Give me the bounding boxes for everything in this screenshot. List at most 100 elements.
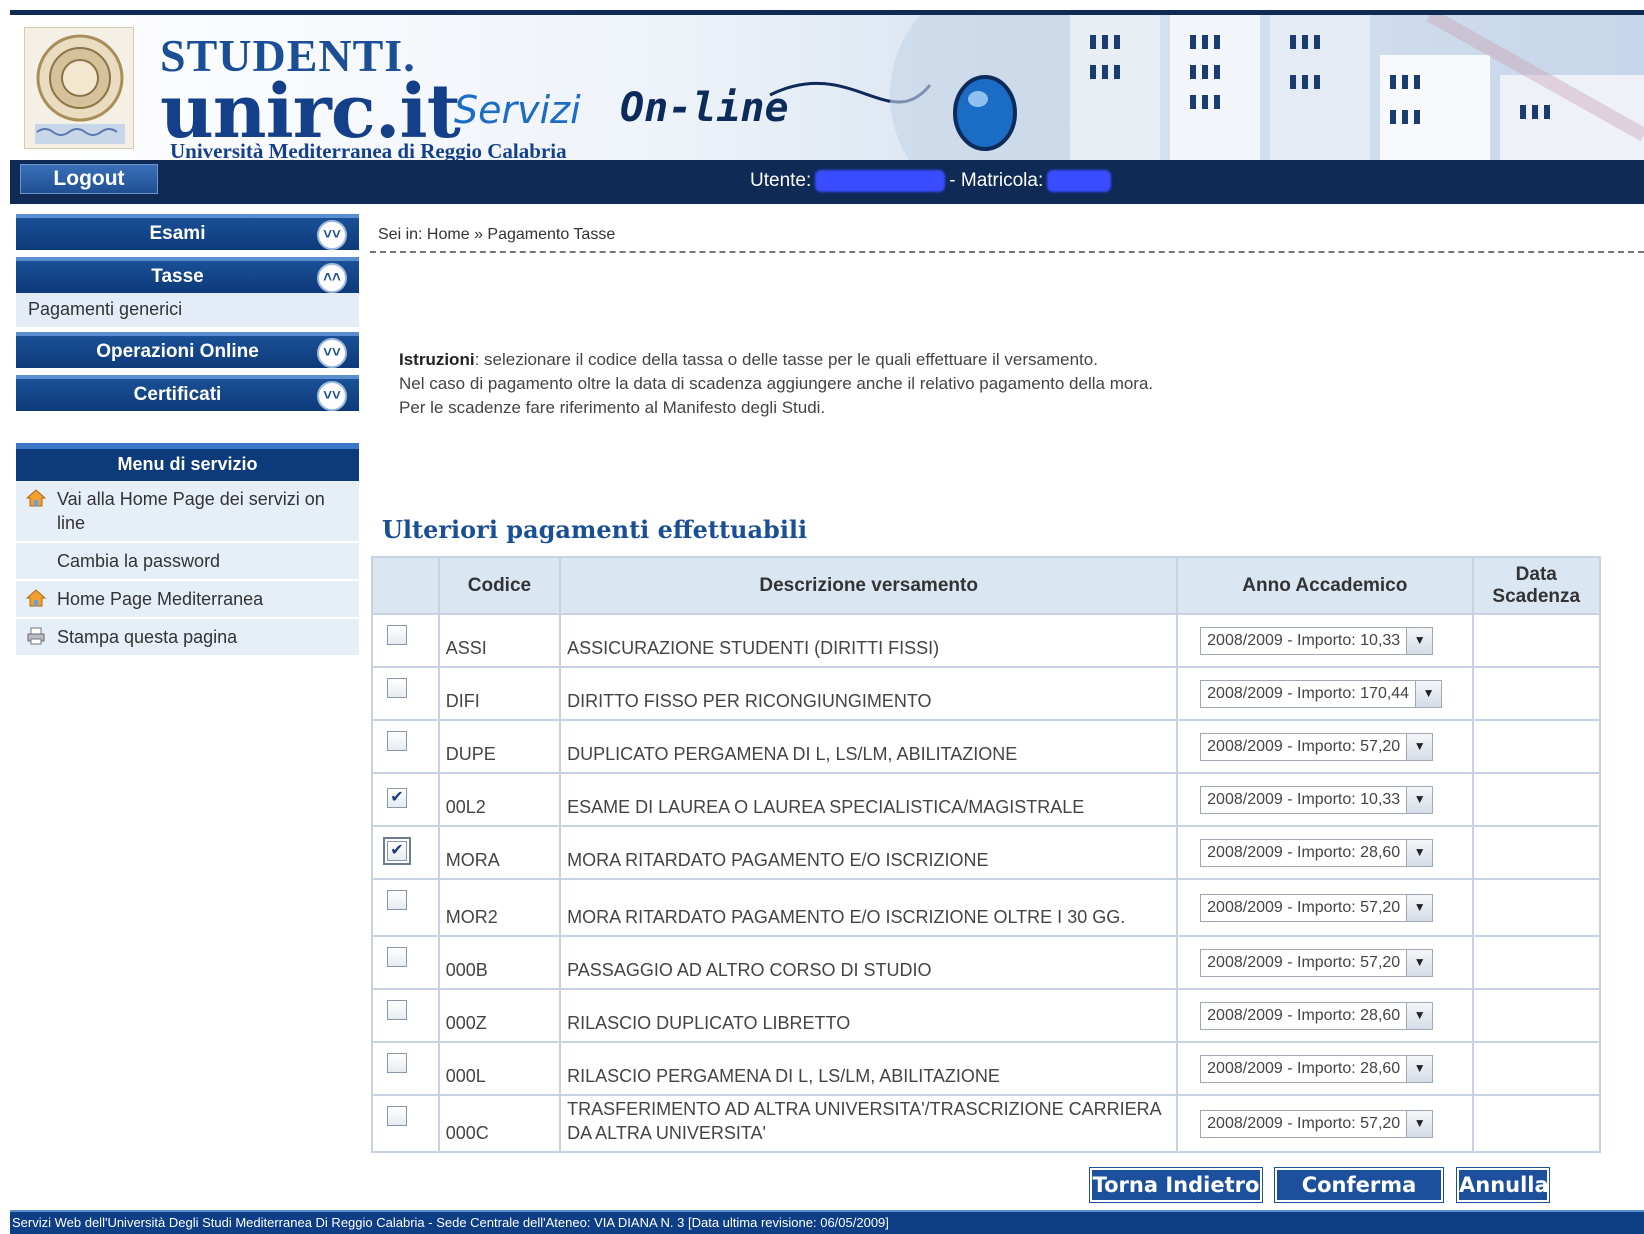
anno-select[interactable]: 2008/2009 - Importo: 57,20 ▼ bbox=[1200, 732, 1434, 761]
anno-select-value: 2008/2009 - Importo: 57,20 bbox=[1207, 1114, 1401, 1132]
row-data-scadenza bbox=[1471, 1041, 1602, 1096]
row-checkbox-cell bbox=[371, 1094, 440, 1153]
service-item-cambia-password[interactable]: Cambia la password bbox=[16, 543, 359, 581]
anno-select[interactable]: 2008/2009 - Importo: 57,20 ▼ bbox=[1200, 948, 1434, 977]
anno-select[interactable]: 2008/2009 - Importo: 170,44 ▼ bbox=[1200, 679, 1443, 708]
service-item-label: Cambia la password bbox=[57, 551, 221, 571]
footer: Servizi Web dell'Università Degli Studi … bbox=[10, 1210, 1644, 1234]
dropdown-arrow-icon[interactable]: ▼ bbox=[1406, 733, 1433, 760]
chevron-down-icon[interactable]: ˅˅ bbox=[317, 220, 347, 250]
anno-select[interactable]: 2008/2009 - Importo: 57,20 ▼ bbox=[1200, 1109, 1434, 1138]
row-data-scadenza bbox=[1471, 825, 1602, 880]
row-anno-cell: 2008/2009 - Importo: 28,60 ▼ bbox=[1176, 1041, 1474, 1096]
row-checkbox-cell bbox=[371, 666, 440, 721]
dropdown-arrow-icon[interactable]: ▼ bbox=[1406, 1055, 1433, 1082]
dropdown-arrow-icon[interactable]: ▼ bbox=[1406, 839, 1433, 866]
row-checkbox[interactable] bbox=[387, 1000, 407, 1020]
menu-operazioni-online[interactable]: Operazioni Online ˅˅ bbox=[16, 332, 359, 368]
row-checkbox[interactable] bbox=[387, 947, 407, 967]
row-code: 000L bbox=[437, 1041, 562, 1096]
back-button[interactable]: Torna Indietro bbox=[1089, 1167, 1263, 1203]
anno-select-value: 2008/2009 - Importo: 57,20 bbox=[1207, 898, 1401, 916]
dropdown-arrow-icon[interactable]: ▼ bbox=[1415, 680, 1442, 707]
brand-unirc: unirc.it bbox=[160, 69, 461, 155]
menu-esami[interactable]: Esami ˅˅ bbox=[16, 214, 359, 250]
dropdown-arrow-icon[interactable]: ▼ bbox=[1406, 1002, 1433, 1029]
service-item-home-servizi[interactable]: Vai alla Home Page dei servizi on line bbox=[16, 481, 359, 543]
service-item-label: Stampa questa pagina bbox=[57, 627, 238, 647]
row-anno-cell: 2008/2009 - Importo: 57,20 ▼ bbox=[1176, 719, 1474, 774]
anno-select[interactable]: 2008/2009 - Importo: 28,60 ▼ bbox=[1200, 838, 1434, 867]
dropdown-arrow-icon[interactable]: ▼ bbox=[1406, 627, 1433, 654]
breadcrumb-prefix: Sei in: bbox=[378, 226, 423, 243]
row-checkbox-cell bbox=[371, 878, 440, 937]
row-data-scadenza bbox=[1471, 878, 1602, 937]
cancel-button[interactable]: Annulla bbox=[1456, 1167, 1550, 1203]
header-select bbox=[371, 556, 440, 615]
chevron-up-icon[interactable]: ˄˄ bbox=[317, 263, 347, 293]
anno-select[interactable]: 2008/2009 - Importo: 57,20 ▼ bbox=[1200, 893, 1434, 922]
anno-select-value: 2008/2009 - Importo: 57,20 bbox=[1207, 737, 1401, 755]
menu-label: Esami bbox=[149, 223, 206, 244]
breadcrumb-home-link[interactable]: Home bbox=[427, 226, 470, 243]
row-anno-cell: 2008/2009 - Importo: 10,33 ▼ bbox=[1176, 613, 1474, 668]
row-checkbox[interactable] bbox=[387, 731, 407, 751]
printer-icon bbox=[27, 627, 45, 645]
anno-select-value: 2008/2009 - Importo: 57,20 bbox=[1207, 953, 1401, 971]
chevron-down-icon[interactable]: ˅˅ bbox=[317, 338, 347, 368]
row-anno-cell: 2008/2009 - Importo: 57,20 ▼ bbox=[1176, 935, 1474, 990]
anno-select[interactable]: 2008/2009 - Importo: 10,33 ▼ bbox=[1200, 785, 1434, 814]
row-data-scadenza bbox=[1471, 772, 1602, 827]
row-checkbox[interactable] bbox=[387, 890, 407, 910]
brand-subtitle: Università Mediterranea di Reggio Calabr… bbox=[170, 139, 567, 160]
table-row: 000B PASSAGGIO AD ALTRO CORSO DI STUDIO 20… bbox=[371, 935, 1602, 990]
row-checkbox-cell: ✔ bbox=[371, 772, 440, 827]
menu-certificati[interactable]: Certificati ˅˅ bbox=[16, 375, 359, 411]
table-header-row: Codice Descrizione versamento Anno Accad… bbox=[371, 556, 1602, 615]
row-description: ASSICURAZIONE STUDENTI (DIRITTI FISSI) bbox=[559, 613, 1179, 668]
menu-label: Certificati bbox=[133, 384, 222, 405]
row-checkbox[interactable] bbox=[387, 678, 407, 698]
dropdown-arrow-icon[interactable]: ▼ bbox=[1406, 1110, 1433, 1137]
row-checkbox-cell bbox=[371, 613, 440, 668]
anno-select[interactable]: 2008/2009 - Importo: 28,60 ▼ bbox=[1200, 1054, 1434, 1083]
row-data-scadenza bbox=[1471, 988, 1602, 1043]
table-row: ✔ 00L2 ESAME DI LAUREA O LAUREA SPECIALIST… bbox=[371, 772, 1602, 827]
row-checkbox-cell bbox=[371, 988, 440, 1043]
logout-button[interactable]: Logout bbox=[20, 164, 158, 194]
row-checkbox[interactable] bbox=[387, 1106, 407, 1126]
row-data-scadenza bbox=[1471, 666, 1602, 721]
row-anno-cell: 2008/2009 - Importo: 170,44 ▼ bbox=[1176, 666, 1474, 721]
row-description: DIRITTO FISSO PER RICONGIUNGIMENTO bbox=[559, 666, 1179, 721]
row-checkbox[interactable]: ✔ bbox=[387, 788, 407, 808]
row-description: ESAME DI LAUREA O LAUREA SPECIALISTICA/M… bbox=[559, 772, 1179, 827]
row-data-scadenza bbox=[1471, 935, 1602, 990]
home-icon bbox=[26, 589, 46, 607]
submenu-pagamenti-generici[interactable]: Pagamenti generici bbox=[16, 293, 359, 327]
dropdown-arrow-icon[interactable]: ▼ bbox=[1406, 786, 1433, 813]
row-checkbox[interactable] bbox=[387, 625, 407, 645]
row-checkbox[interactable]: ✔ bbox=[383, 837, 411, 865]
anno-select[interactable]: 2008/2009 - Importo: 28,60 ▼ bbox=[1200, 1001, 1434, 1030]
breadcrumb-divider bbox=[370, 251, 1644, 253]
university-seal-logo bbox=[24, 27, 134, 149]
row-code: 000B bbox=[437, 935, 562, 990]
fees-table: Codice Descrizione versamento Anno Accad… bbox=[371, 556, 1602, 1153]
row-code: MORA bbox=[437, 825, 562, 880]
banner-buildings-art bbox=[769, 15, 1644, 160]
service-item-home-mediterranea[interactable]: Home Page Mediterranea bbox=[16, 581, 359, 619]
row-checkbox-cell bbox=[371, 935, 440, 990]
chevron-down-icon[interactable]: ˅˅ bbox=[317, 381, 347, 411]
anno-select-value: 2008/2009 - Importo: 10,33 bbox=[1207, 631, 1401, 649]
table-row: 000L RILASCIO PERGAMENA DI L, LS/LM, ABIL… bbox=[371, 1041, 1602, 1096]
anno-select[interactable]: 2008/2009 - Importo: 10,33 ▼ bbox=[1200, 626, 1434, 655]
service-item-stampa[interactable]: Stampa questa pagina bbox=[16, 619, 359, 657]
dropdown-arrow-icon[interactable]: ▼ bbox=[1406, 894, 1433, 921]
row-checkbox[interactable] bbox=[387, 1053, 407, 1073]
dropdown-arrow-icon[interactable]: ▼ bbox=[1406, 949, 1433, 976]
confirm-button[interactable]: Conferma Dati bbox=[1274, 1167, 1444, 1227]
instructions-line-3: Per le scadenze fare riferimento al Mani… bbox=[399, 398, 826, 417]
header-data-scadenza: Data Scadenza bbox=[1471, 556, 1602, 615]
menu-tasse[interactable]: Tasse ˄˄ bbox=[16, 257, 359, 293]
header-banner: STUDENTI. unirc.it Servizi On-line Unive… bbox=[10, 10, 1644, 160]
